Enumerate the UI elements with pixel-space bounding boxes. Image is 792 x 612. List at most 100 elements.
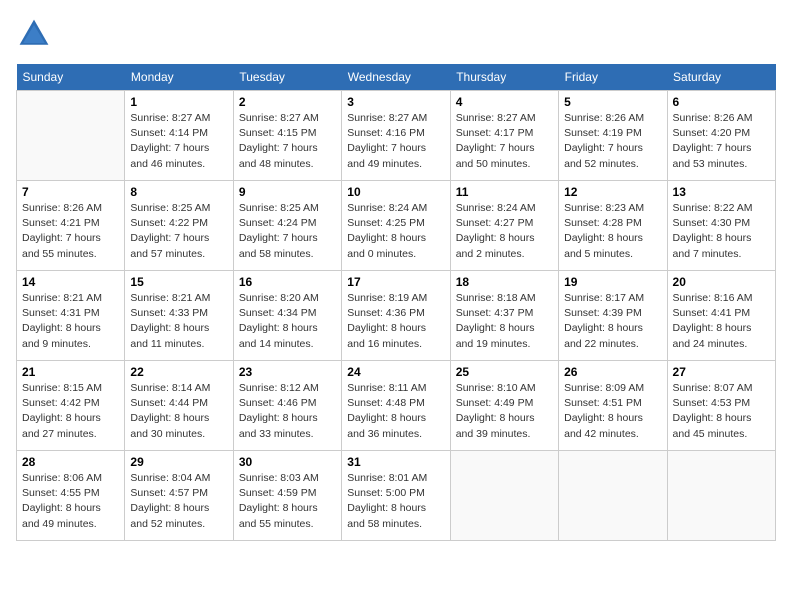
day-info: Sunrise: 8:21 AM Sunset: 4:33 PM Dayligh… <box>130 291 227 352</box>
day-number: 7 <box>22 185 119 199</box>
day-number: 28 <box>22 455 119 469</box>
calendar-day-cell: 29 Sunrise: 8:04 AM Sunset: 4:57 PM Dayl… <box>125 451 233 541</box>
day-number: 6 <box>673 95 770 109</box>
day-info: Sunrise: 8:18 AM Sunset: 4:37 PM Dayligh… <box>456 291 553 352</box>
calendar-day-cell: 1 Sunrise: 8:27 AM Sunset: 4:14 PM Dayli… <box>125 91 233 181</box>
day-number: 4 <box>456 95 553 109</box>
day-info: Sunrise: 8:11 AM Sunset: 4:48 PM Dayligh… <box>347 381 444 442</box>
weekday-header: Wednesday <box>342 64 450 91</box>
day-info: Sunrise: 8:26 AM Sunset: 4:20 PM Dayligh… <box>673 111 770 172</box>
calendar-day-cell: 2 Sunrise: 8:27 AM Sunset: 4:15 PM Dayli… <box>233 91 341 181</box>
day-number: 30 <box>239 455 336 469</box>
day-number: 19 <box>564 275 661 289</box>
calendar-day-cell: 31 Sunrise: 8:01 AM Sunset: 5:00 PM Dayl… <box>342 451 450 541</box>
calendar-day-cell: 6 Sunrise: 8:26 AM Sunset: 4:20 PM Dayli… <box>667 91 775 181</box>
day-info: Sunrise: 8:09 AM Sunset: 4:51 PM Dayligh… <box>564 381 661 442</box>
day-number: 20 <box>673 275 770 289</box>
calendar-day-cell: 26 Sunrise: 8:09 AM Sunset: 4:51 PM Dayl… <box>559 361 667 451</box>
day-info: Sunrise: 8:24 AM Sunset: 4:25 PM Dayligh… <box>347 201 444 262</box>
calendar-day-cell <box>667 451 775 541</box>
day-info: Sunrise: 8:26 AM Sunset: 4:19 PM Dayligh… <box>564 111 661 172</box>
calendar-week-row: 14 Sunrise: 8:21 AM Sunset: 4:31 PM Dayl… <box>17 271 776 361</box>
day-info: Sunrise: 8:10 AM Sunset: 4:49 PM Dayligh… <box>456 381 553 442</box>
calendar-day-cell: 30 Sunrise: 8:03 AM Sunset: 4:59 PM Dayl… <box>233 451 341 541</box>
calendar-header-row: SundayMondayTuesdayWednesdayThursdayFrid… <box>17 64 776 91</box>
calendar-day-cell: 20 Sunrise: 8:16 AM Sunset: 4:41 PM Dayl… <box>667 271 775 361</box>
day-info: Sunrise: 8:16 AM Sunset: 4:41 PM Dayligh… <box>673 291 770 352</box>
logo <box>16 16 58 52</box>
calendar-day-cell: 10 Sunrise: 8:24 AM Sunset: 4:25 PM Dayl… <box>342 181 450 271</box>
day-number: 12 <box>564 185 661 199</box>
calendar-table: SundayMondayTuesdayWednesdayThursdayFrid… <box>16 64 776 541</box>
day-number: 2 <box>239 95 336 109</box>
day-info: Sunrise: 8:06 AM Sunset: 4:55 PM Dayligh… <box>22 471 119 532</box>
calendar-day-cell: 5 Sunrise: 8:26 AM Sunset: 4:19 PM Dayli… <box>559 91 667 181</box>
day-info: Sunrise: 8:15 AM Sunset: 4:42 PM Dayligh… <box>22 381 119 442</box>
page-header <box>16 16 776 52</box>
day-info: Sunrise: 8:21 AM Sunset: 4:31 PM Dayligh… <box>22 291 119 352</box>
day-info: Sunrise: 8:25 AM Sunset: 4:24 PM Dayligh… <box>239 201 336 262</box>
calendar-day-cell: 9 Sunrise: 8:25 AM Sunset: 4:24 PM Dayli… <box>233 181 341 271</box>
calendar-week-row: 28 Sunrise: 8:06 AM Sunset: 4:55 PM Dayl… <box>17 451 776 541</box>
day-number: 11 <box>456 185 553 199</box>
calendar-day-cell: 25 Sunrise: 8:10 AM Sunset: 4:49 PM Dayl… <box>450 361 558 451</box>
calendar-week-row: 7 Sunrise: 8:26 AM Sunset: 4:21 PM Dayli… <box>17 181 776 271</box>
calendar-day-cell <box>559 451 667 541</box>
calendar-day-cell: 18 Sunrise: 8:18 AM Sunset: 4:37 PM Dayl… <box>450 271 558 361</box>
calendar-day-cell: 17 Sunrise: 8:19 AM Sunset: 4:36 PM Dayl… <box>342 271 450 361</box>
day-number: 17 <box>347 275 444 289</box>
day-info: Sunrise: 8:24 AM Sunset: 4:27 PM Dayligh… <box>456 201 553 262</box>
day-info: Sunrise: 8:03 AM Sunset: 4:59 PM Dayligh… <box>239 471 336 532</box>
day-number: 5 <box>564 95 661 109</box>
logo-icon <box>16 16 52 52</box>
day-number: 24 <box>347 365 444 379</box>
weekday-header: Saturday <box>667 64 775 91</box>
day-info: Sunrise: 8:04 AM Sunset: 4:57 PM Dayligh… <box>130 471 227 532</box>
day-number: 22 <box>130 365 227 379</box>
day-number: 1 <box>130 95 227 109</box>
calendar-day-cell: 8 Sunrise: 8:25 AM Sunset: 4:22 PM Dayli… <box>125 181 233 271</box>
calendar-week-row: 21 Sunrise: 8:15 AM Sunset: 4:42 PM Dayl… <box>17 361 776 451</box>
day-info: Sunrise: 8:22 AM Sunset: 4:30 PM Dayligh… <box>673 201 770 262</box>
day-number: 9 <box>239 185 336 199</box>
calendar-day-cell: 21 Sunrise: 8:15 AM Sunset: 4:42 PM Dayl… <box>17 361 125 451</box>
day-number: 23 <box>239 365 336 379</box>
calendar-day-cell: 22 Sunrise: 8:14 AM Sunset: 4:44 PM Dayl… <box>125 361 233 451</box>
day-info: Sunrise: 8:27 AM Sunset: 4:15 PM Dayligh… <box>239 111 336 172</box>
calendar-day-cell: 3 Sunrise: 8:27 AM Sunset: 4:16 PM Dayli… <box>342 91 450 181</box>
day-number: 10 <box>347 185 444 199</box>
calendar-day-cell: 12 Sunrise: 8:23 AM Sunset: 4:28 PM Dayl… <box>559 181 667 271</box>
weekday-header: Sunday <box>17 64 125 91</box>
weekday-header: Tuesday <box>233 64 341 91</box>
day-info: Sunrise: 8:23 AM Sunset: 4:28 PM Dayligh… <box>564 201 661 262</box>
calendar-week-row: 1 Sunrise: 8:27 AM Sunset: 4:14 PM Dayli… <box>17 91 776 181</box>
day-number: 8 <box>130 185 227 199</box>
day-number: 15 <box>130 275 227 289</box>
day-info: Sunrise: 8:07 AM Sunset: 4:53 PM Dayligh… <box>673 381 770 442</box>
day-info: Sunrise: 8:27 AM Sunset: 4:17 PM Dayligh… <box>456 111 553 172</box>
day-info: Sunrise: 8:14 AM Sunset: 4:44 PM Dayligh… <box>130 381 227 442</box>
calendar-day-cell: 23 Sunrise: 8:12 AM Sunset: 4:46 PM Dayl… <box>233 361 341 451</box>
calendar-day-cell: 16 Sunrise: 8:20 AM Sunset: 4:34 PM Dayl… <box>233 271 341 361</box>
calendar-day-cell: 15 Sunrise: 8:21 AM Sunset: 4:33 PM Dayl… <box>125 271 233 361</box>
calendar-day-cell: 11 Sunrise: 8:24 AM Sunset: 4:27 PM Dayl… <box>450 181 558 271</box>
day-info: Sunrise: 8:25 AM Sunset: 4:22 PM Dayligh… <box>130 201 227 262</box>
day-number: 3 <box>347 95 444 109</box>
day-number: 18 <box>456 275 553 289</box>
day-number: 27 <box>673 365 770 379</box>
calendar-day-cell: 19 Sunrise: 8:17 AM Sunset: 4:39 PM Dayl… <box>559 271 667 361</box>
weekday-header: Monday <box>125 64 233 91</box>
day-number: 13 <box>673 185 770 199</box>
day-number: 14 <box>22 275 119 289</box>
day-info: Sunrise: 8:27 AM Sunset: 4:16 PM Dayligh… <box>347 111 444 172</box>
day-info: Sunrise: 8:12 AM Sunset: 4:46 PM Dayligh… <box>239 381 336 442</box>
day-number: 16 <box>239 275 336 289</box>
day-info: Sunrise: 8:27 AM Sunset: 4:14 PM Dayligh… <box>130 111 227 172</box>
calendar-day-cell: 13 Sunrise: 8:22 AM Sunset: 4:30 PM Dayl… <box>667 181 775 271</box>
calendar-day-cell: 7 Sunrise: 8:26 AM Sunset: 4:21 PM Dayli… <box>17 181 125 271</box>
day-info: Sunrise: 8:26 AM Sunset: 4:21 PM Dayligh… <box>22 201 119 262</box>
calendar-day-cell: 28 Sunrise: 8:06 AM Sunset: 4:55 PM Dayl… <box>17 451 125 541</box>
calendar-day-cell: 24 Sunrise: 8:11 AM Sunset: 4:48 PM Dayl… <box>342 361 450 451</box>
day-number: 25 <box>456 365 553 379</box>
calendar-day-cell: 14 Sunrise: 8:21 AM Sunset: 4:31 PM Dayl… <box>17 271 125 361</box>
